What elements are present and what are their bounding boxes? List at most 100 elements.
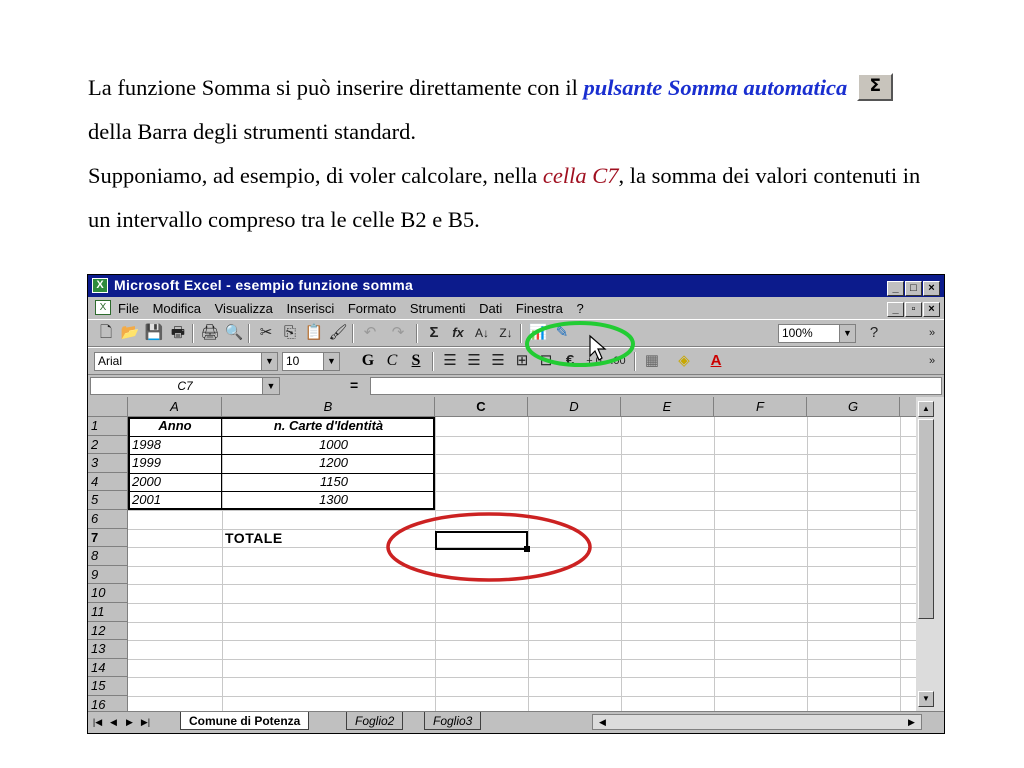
formula-input[interactable] bbox=[370, 377, 942, 395]
minimize-icon[interactable]: _ bbox=[887, 281, 904, 296]
scroll-down-icon[interactable]: ▼ bbox=[918, 691, 934, 707]
paste-icon[interactable]: 📋 bbox=[304, 324, 324, 342]
italic-button[interactable]: C bbox=[382, 351, 402, 371]
row-header-9[interactable]: 9 bbox=[88, 565, 128, 585]
column-header-f[interactable]: F bbox=[714, 397, 807, 417]
cell-a3[interactable]: 1999 bbox=[132, 454, 161, 472]
cell-b2[interactable]: 1000 bbox=[288, 436, 348, 454]
horizontal-scrollbar[interactable]: ◀ ▶ bbox=[592, 714, 922, 730]
menu-strumenti[interactable]: Strumenti bbox=[410, 301, 466, 316]
align-left-icon[interactable]: ☰ bbox=[440, 352, 460, 370]
menu-finestra[interactable]: Finestra bbox=[516, 301, 563, 316]
format-painter-icon[interactable]: 🖌 bbox=[328, 324, 348, 342]
sort-descending-icon[interactable]: Z↓ bbox=[496, 324, 516, 342]
row-header-10[interactable]: 10 bbox=[88, 584, 128, 603]
scroll-up-icon[interactable]: ▲ bbox=[918, 401, 934, 417]
fill-handle[interactable] bbox=[524, 546, 530, 552]
cell-a2[interactable]: 1998 bbox=[132, 436, 161, 454]
row-header-12[interactable]: 12 bbox=[88, 621, 128, 641]
row-header-14[interactable]: 14 bbox=[88, 658, 128, 678]
menu-modifica[interactable]: Modifica bbox=[153, 301, 201, 316]
menu-help[interactable]: ? bbox=[577, 301, 584, 316]
cell-b3[interactable]: 1200 bbox=[288, 454, 348, 472]
scroll-thumb[interactable] bbox=[918, 419, 934, 619]
doc-restore-icon[interactable]: ▫ bbox=[905, 302, 922, 317]
row-header-1[interactable]: 1 bbox=[88, 417, 128, 436]
first-sheet-icon[interactable]: |◀ bbox=[90, 715, 105, 730]
zoom-select[interactable]: 100% ▼ bbox=[778, 324, 856, 343]
menu-visualizza[interactable]: Visualizza bbox=[215, 301, 273, 316]
row-header-2[interactable]: 2 bbox=[88, 435, 128, 455]
chevron-down-icon[interactable]: ▼ bbox=[261, 353, 277, 370]
align-center-icon[interactable]: ☰ bbox=[464, 352, 484, 370]
more-buttons-icon[interactable]: » bbox=[922, 352, 942, 370]
merge-center-icon[interactable]: ⊞ bbox=[512, 352, 532, 370]
spreadsheet-grid[interactable]: A B C D E F G 1 2 3 4 5 6 7 8 9 10 11 12… bbox=[88, 397, 916, 711]
drawing-icon[interactable]: ✎ bbox=[552, 324, 572, 342]
chevron-down-icon[interactable]: ▼ bbox=[323, 353, 339, 370]
close-icon[interactable]: × bbox=[923, 281, 940, 296]
font-size-select[interactable]: 10 ▼ bbox=[282, 352, 340, 371]
row-header-16[interactable]: 16 bbox=[88, 696, 128, 711]
row-header-15[interactable]: 15 bbox=[88, 677, 128, 696]
cell-b4[interactable]: 1150 bbox=[288, 473, 348, 491]
bold-button[interactable]: G bbox=[358, 351, 378, 371]
formula-equals[interactable]: = bbox=[350, 377, 358, 393]
euro-button[interactable]: € bbox=[560, 352, 580, 370]
column-header-e[interactable]: E bbox=[621, 397, 714, 417]
chevron-down-icon[interactable]: ▼ bbox=[262, 378, 279, 394]
save-icon[interactable]: 💾 bbox=[144, 324, 164, 342]
cell-b7[interactable]: TOTALE bbox=[225, 529, 283, 547]
title-bar[interactable]: X Microsoft Excel - esempio funzione som… bbox=[88, 275, 944, 297]
menu-file[interactable]: File bbox=[118, 301, 139, 316]
name-box[interactable]: C7 ▼ bbox=[90, 377, 280, 395]
function-wizard-icon[interactable]: fx bbox=[448, 324, 468, 342]
sheet-tab-foglio2[interactable]: Foglio2 bbox=[346, 712, 404, 730]
cell-a1[interactable]: Anno bbox=[130, 417, 220, 435]
copy-icon[interactable]: ⎘ bbox=[280, 324, 300, 342]
row-header-7[interactable]: 7 bbox=[88, 528, 128, 548]
currency-icon[interactable]: ⊡ bbox=[536, 352, 556, 370]
fill-color-icon[interactable]: ◈ bbox=[674, 352, 694, 370]
increase-decimal-icon[interactable]: +.0 bbox=[584, 352, 604, 370]
cut-icon[interactable]: ✂ bbox=[256, 324, 276, 342]
cell-a5[interactable]: 2001 bbox=[132, 491, 161, 509]
last-sheet-icon[interactable]: ▶| bbox=[138, 715, 153, 730]
underline-button[interactable]: S bbox=[406, 351, 426, 371]
scroll-left-icon[interactable]: ◀ bbox=[595, 715, 610, 730]
preview-icon[interactable]: 🔍 bbox=[224, 324, 244, 342]
print-preview-icon[interactable]: 🖨 bbox=[200, 324, 220, 342]
scroll-right-icon[interactable]: ▶ bbox=[904, 715, 919, 730]
menu-inserisci[interactable]: Inserisci bbox=[287, 301, 335, 316]
more-buttons-icon[interactable]: » bbox=[922, 324, 942, 342]
row-header-13[interactable]: 13 bbox=[88, 640, 128, 659]
workbook-icon[interactable]: X bbox=[95, 300, 111, 315]
chevron-down-icon[interactable]: ▼ bbox=[839, 325, 855, 342]
column-header-g[interactable]: G bbox=[807, 397, 900, 417]
help-assistant-icon[interactable]: ? bbox=[864, 324, 884, 342]
align-right-icon[interactable]: ☰ bbox=[488, 352, 508, 370]
new-document-icon[interactable]: 🗋 bbox=[96, 324, 116, 342]
prev-sheet-icon[interactable]: ◀ bbox=[106, 715, 121, 730]
sheet-tab-comune-di-potenza[interactable]: Comune di Potenza bbox=[180, 712, 310, 730]
doc-close-icon[interactable]: × bbox=[923, 302, 940, 317]
column-header-a[interactable]: A bbox=[128, 397, 222, 417]
undo-icon[interactable]: ↶ bbox=[360, 324, 380, 342]
next-sheet-icon[interactable]: ▶ bbox=[122, 715, 137, 730]
column-header-partial[interactable] bbox=[900, 397, 916, 417]
maximize-icon[interactable]: □ bbox=[905, 281, 922, 296]
cell-b5[interactable]: 1300 bbox=[288, 491, 348, 509]
row-header-4[interactable]: 4 bbox=[88, 472, 128, 492]
column-header-d[interactable]: D bbox=[528, 397, 621, 417]
autosum-button[interactable]: Σ bbox=[424, 324, 444, 342]
menu-dati[interactable]: Dati bbox=[479, 301, 502, 316]
redo-icon[interactable]: ↷ bbox=[388, 324, 408, 342]
cell-b1[interactable]: n. Carte d'Identità bbox=[224, 417, 433, 435]
select-all-corner[interactable] bbox=[88, 397, 128, 417]
selected-cell-c7[interactable] bbox=[435, 531, 528, 550]
vertical-scrollbar[interactable]: ▲ ▼ bbox=[916, 397, 944, 711]
row-header-5[interactable]: 5 bbox=[88, 491, 128, 510]
font-color-icon[interactable]: A bbox=[706, 352, 726, 370]
sheet-tab-foglio3[interactable]: Foglio3 bbox=[424, 712, 482, 730]
column-header-b[interactable]: B bbox=[222, 397, 435, 417]
